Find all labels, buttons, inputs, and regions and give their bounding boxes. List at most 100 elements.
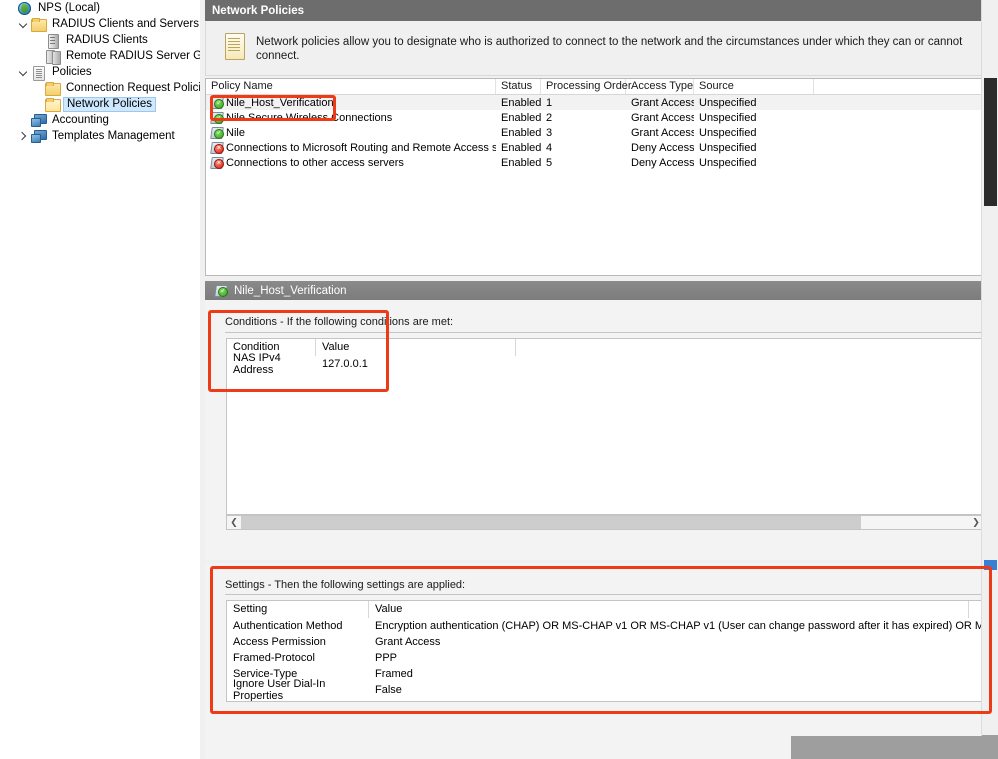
- column-header-setting-value[interactable]: Value: [369, 601, 969, 618]
- page-title-bar: Network Policies: [205, 0, 991, 21]
- policy-access-type: Grant Access: [631, 126, 694, 139]
- chevron-down-icon[interactable]: [16, 17, 30, 31]
- sidebar-item-accounting[interactable]: Accounting: [0, 112, 200, 128]
- monitor-icon: [30, 129, 47, 144]
- setting-name: Access Permission: [233, 636, 326, 648]
- sidebar-item-label: Remote RADIUS Server Groups: [66, 49, 200, 62]
- window-bottom-strip: [791, 736, 998, 759]
- sidebar-item-radius-clients-and-servers[interactable]: RADIUS Clients and Servers: [0, 16, 200, 32]
- description-panel: Network policies allow you to designate …: [205, 22, 991, 76]
- policy-status: Enabled: [501, 156, 541, 169]
- setting-value: False: [375, 684, 402, 696]
- condition-row[interactable]: NAS IPv4 Address 127.0.0.1: [227, 352, 983, 376]
- policy-processing-order: 5: [546, 156, 553, 169]
- setting-value: PPP: [375, 652, 398, 664]
- policy-enabled-icon: ✓: [210, 126, 224, 139]
- sidebar-item-nps-local[interactable]: NPS (Local): [0, 0, 200, 16]
- setting-row[interactable]: Framed-Protocol PPP: [227, 650, 983, 666]
- sidebar-item-label: RADIUS Clients and Servers: [52, 17, 199, 30]
- sidebar-item-label: Accounting: [52, 113, 109, 126]
- column-header-policy-name[interactable]: Policy Name: [206, 79, 496, 94]
- column-header-status[interactable]: Status: [496, 79, 541, 94]
- policy-processing-order: 2: [546, 111, 553, 124]
- policy-deny-icon: ✕: [210, 156, 224, 169]
- setting-name: Ignore User Dial-In Properties: [233, 678, 326, 702]
- sidebar-item-label: RADIUS Clients: [66, 33, 148, 46]
- folder-icon: [30, 17, 47, 32]
- scrollbar-track[interactable]: [241, 516, 969, 529]
- globe-icon: [16, 1, 33, 16]
- main-vertical-scrollbar[interactable]: [981, 0, 998, 759]
- monitor-icon: [30, 113, 47, 128]
- main-content-pane: Network Policies Network policies allow …: [200, 0, 998, 759]
- nps-console-window: NPS (Local) RADIUS Clients and Servers RAD…: [0, 0, 998, 759]
- scroll-icon: [30, 65, 47, 81]
- conditions-divider: [225, 332, 985, 333]
- chevron-left-icon[interactable]: ❮: [227, 516, 241, 529]
- setting-row[interactable]: Ignore User Dial-In Properties False: [227, 678, 983, 701]
- table-row[interactable]: ✓ Nile Enabled 3 Grant Access Unspecified: [206, 125, 990, 140]
- chevron-down-icon[interactable]: [16, 65, 30, 79]
- conditions-label: Conditions - If the following conditions…: [225, 316, 454, 328]
- policy-deny-icon: ✕: [210, 141, 224, 154]
- server-icon: [44, 33, 61, 49]
- table-row[interactable]: ✕ Connections to other access servers Enab…: [206, 155, 990, 170]
- settings-label: Settings - Then the following settings a…: [225, 579, 466, 591]
- scrollbar-thumb[interactable]: [241, 516, 861, 529]
- sidebar-item-label: Connection Request Policies: [66, 81, 200, 94]
- servers-icon: [44, 49, 61, 65]
- condition-name: NAS IPv4 Address: [233, 352, 281, 376]
- sidebar-item-label: Policies: [52, 65, 92, 78]
- folder-open-icon: [44, 97, 61, 112]
- policy-status: Enabled: [501, 126, 541, 139]
- conditions-grid[interactable]: Condition Value NAS IPv4 Address 127.0.0.…: [226, 338, 984, 515]
- scrollbar-thumb-lower[interactable]: [984, 560, 997, 570]
- policy-source: Unspecified: [699, 96, 757, 109]
- sidebar-item-templates-management[interactable]: Templates Management: [0, 128, 200, 144]
- sidebar-item-remote-radius-server-groups[interactable]: Remote RADIUS Server Groups: [0, 48, 200, 65]
- description-text: Network policies allow you to designate …: [256, 36, 963, 62]
- sidebar-item-network-policies[interactable]: Network Policies: [0, 96, 200, 112]
- column-header-condition-value[interactable]: Value: [316, 339, 516, 356]
- policy-detail-header: ✓ Nile_Host_Verification: [205, 281, 991, 300]
- folder-icon: [44, 81, 61, 96]
- column-header-processing-order[interactable]: Processing Order: [541, 79, 632, 94]
- setting-name: Authentication Method: [233, 620, 343, 632]
- policy-enabled-icon: ✓: [214, 284, 228, 297]
- policy-processing-order: 1: [546, 96, 553, 109]
- settings-grid[interactable]: Setting Value Authentication Method Encry…: [226, 600, 984, 702]
- policy-status: Enabled: [501, 96, 541, 109]
- setting-row[interactable]: Access Permission Grant Access: [227, 634, 983, 650]
- settings-divider: [225, 594, 985, 595]
- table-row[interactable]: ✕ Connections to Microsoft Routing and Re…: [206, 140, 990, 155]
- scrollbar-thumb-upper[interactable]: [984, 78, 997, 206]
- sidebar-item-connection-request-policies[interactable]: Connection Request Policies: [0, 80, 200, 96]
- settings-grid-header: Setting Value: [227, 601, 983, 618]
- policy-name: Nile: [226, 126, 245, 139]
- policy-access-type: Grant Access: [631, 111, 694, 124]
- table-row[interactable]: ✓ Nile Secure Wireless Connections Enabled…: [206, 110, 990, 125]
- policy-source: Unspecified: [699, 141, 757, 154]
- policy-detail-title: Nile_Host_Verification: [234, 284, 347, 297]
- column-header-access-type[interactable]: Access Type: [626, 79, 694, 94]
- page-title: Network Policies: [212, 4, 305, 17]
- sidebar-item-policies[interactable]: Policies: [0, 64, 200, 81]
- sidebar-item-label: Network Policies: [63, 96, 156, 112]
- policy-status: Enabled: [501, 111, 541, 124]
- chevron-right-icon[interactable]: [16, 129, 30, 143]
- sidebar-item-label: Templates Management: [52, 129, 175, 142]
- network-policies-list[interactable]: Policy Name Status Processing Order Acce…: [205, 78, 991, 276]
- setting-value: Grant Access: [375, 636, 441, 648]
- table-row[interactable]: ✓ Nile_Host_Verification Enabled 1 Grant Acc…: [206, 95, 990, 110]
- settings-section: Settings - Then the following settings a…: [205, 563, 991, 759]
- policy-name: Connections to other access servers: [226, 156, 404, 169]
- column-header-setting[interactable]: Setting: [227, 601, 369, 618]
- column-header-source[interactable]: Source: [694, 79, 814, 94]
- setting-name: Framed-Protocol: [233, 652, 315, 664]
- conditions-horizontal-scrollbar[interactable]: ❮ ❯: [226, 515, 984, 530]
- sidebar-item-radius-clients[interactable]: RADIUS Clients: [0, 32, 200, 49]
- setting-row[interactable]: Authentication Method Encryption authenti…: [227, 618, 983, 634]
